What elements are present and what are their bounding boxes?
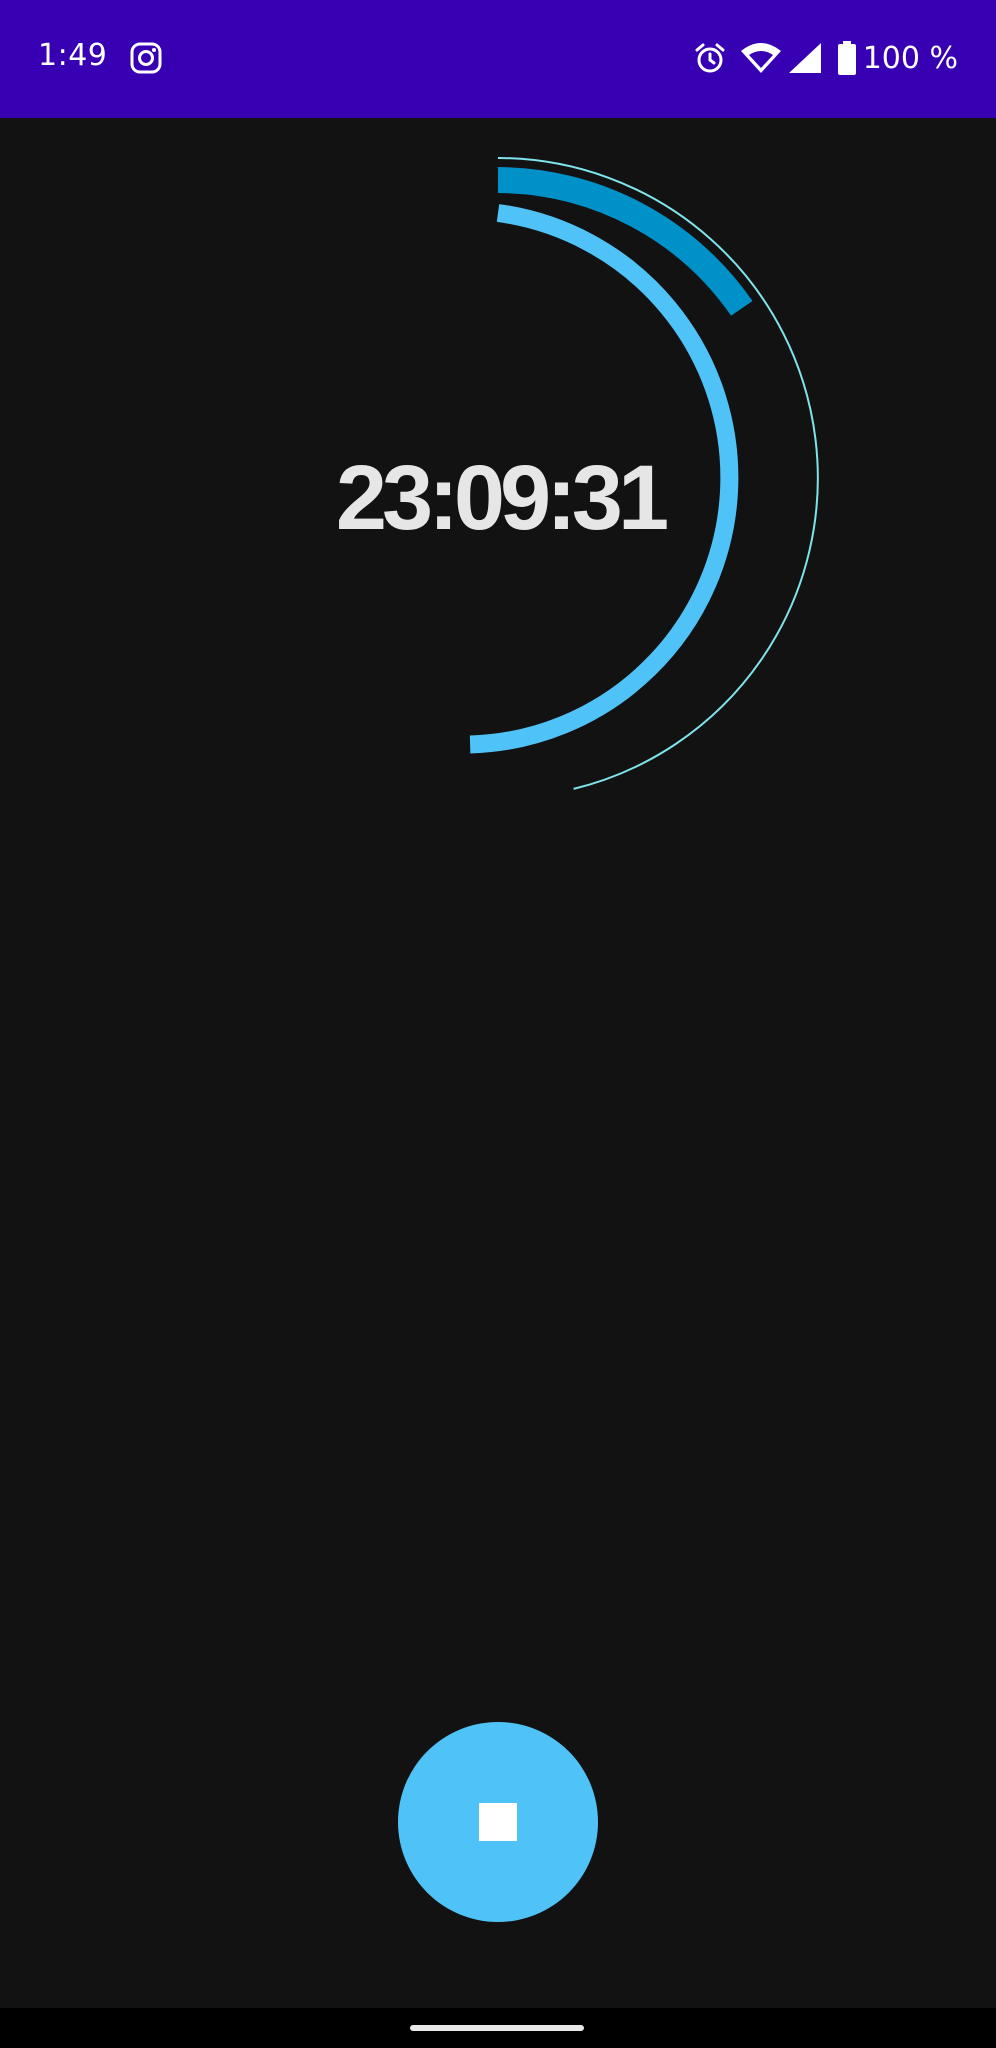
timer-screen: 23:09:31 <box>0 118 996 2008</box>
stop-icon <box>479 1803 517 1841</box>
alarm-icon <box>695 43 725 73</box>
battery-percentage: 100 % <box>862 40 958 76</box>
dark-progress-arc <box>497 167 753 316</box>
timer-display: 23:09:31 <box>335 447 669 549</box>
status-bar: 1:49 100 % <box>0 0 996 118</box>
navigation-bar <box>0 2008 996 2048</box>
home-indicator[interactable] <box>410 2025 584 2031</box>
battery-icon <box>837 41 856 75</box>
status-time: 1:49 <box>38 38 108 73</box>
stop-button[interactable] <box>398 1722 598 1922</box>
signal-icon <box>788 43 821 73</box>
status-right-group: 100 % <box>693 38 958 78</box>
wifi-icon <box>740 43 781 73</box>
instagram-icon <box>130 42 162 74</box>
